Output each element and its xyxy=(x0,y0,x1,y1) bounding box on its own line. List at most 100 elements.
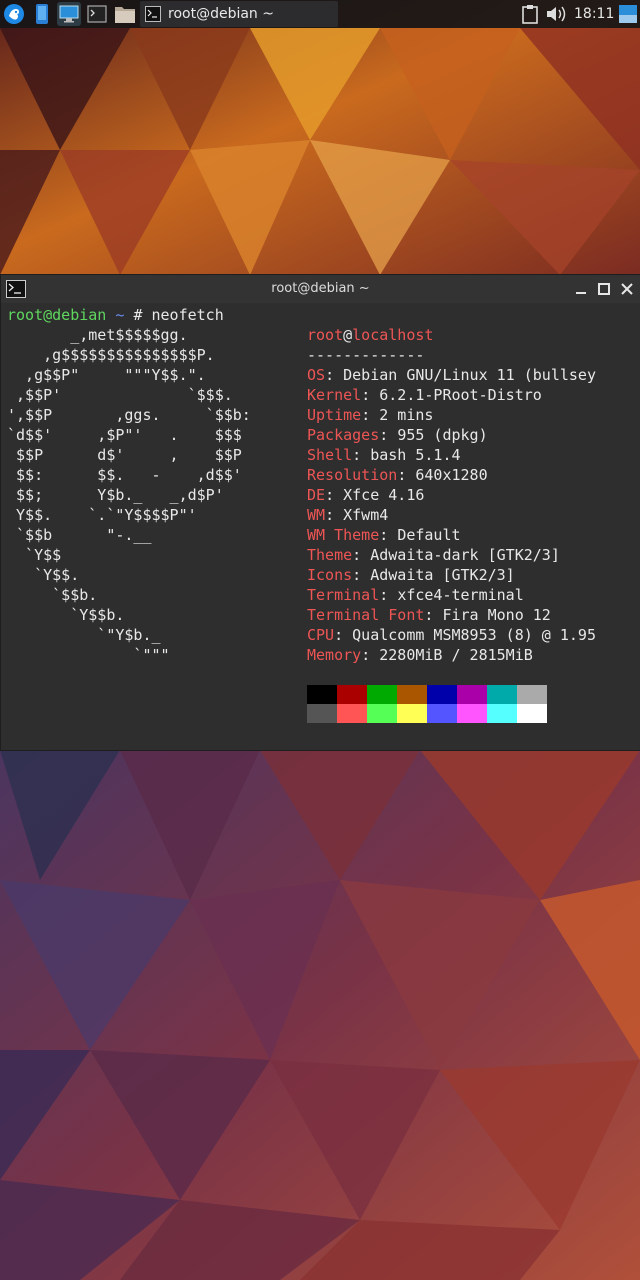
info-value: Adwaita [GTK2/3] xyxy=(370,566,515,584)
info-line: Kernel: 6.2.1-PRoot-Distro xyxy=(307,386,542,404)
ascii-art-line: `"Y$b._ xyxy=(7,626,161,644)
minimize-button[interactable] xyxy=(574,282,588,296)
info-at: @ xyxy=(343,326,353,344)
volume-icon[interactable] xyxy=(546,5,568,23)
palette-swatch xyxy=(427,704,457,723)
info-value: 2 mins xyxy=(379,406,434,424)
phone-launcher-button[interactable] xyxy=(30,2,54,26)
ascii-art-line: Y$$. `.`"Y$$$$P"' xyxy=(7,506,197,524)
info-line: Shell: bash 5.1.4 xyxy=(307,446,461,464)
palette-swatch xyxy=(517,704,547,723)
palette-swatch xyxy=(487,704,517,723)
info-key: Uptime xyxy=(307,406,362,424)
show-desktop-button[interactable] xyxy=(57,2,81,26)
info-line: Terminal Font: Fira Mono 12 xyxy=(307,606,551,624)
terminal-titlebar[interactable]: root@debian ~ xyxy=(1,275,640,303)
info-line: WM Theme: Default xyxy=(307,526,461,544)
info-key: Memory xyxy=(307,646,362,664)
info-key: OS xyxy=(307,366,326,384)
clipboard-icon[interactable] xyxy=(521,4,539,24)
terminal-icon xyxy=(145,6,161,22)
info-line: DE: Xfce 4.16 xyxy=(307,486,425,504)
desktop-switcher-icon[interactable] xyxy=(618,4,638,24)
info-line: Theme: Adwaita-dark [GTK2/3] xyxy=(307,546,560,564)
file-manager-launcher-button[interactable] xyxy=(113,2,137,26)
taskbar-window-button[interactable]: root@debian ~ xyxy=(140,1,338,27)
palette-swatch xyxy=(337,685,367,704)
info-value: Adwaita-dark [GTK2/3] xyxy=(370,546,560,564)
info-header: root@localhost xyxy=(307,325,433,345)
info-key: WM Theme xyxy=(307,526,380,544)
ascii-art-line: ,g$$$$$$$$$$$$$$$P. xyxy=(7,346,215,364)
info-key: CPU xyxy=(307,626,335,644)
info-line: Packages: 955 (dpkg) xyxy=(307,426,488,444)
terminal-output[interactable]: root@debian ~ # neofetch _,met$$$$$gg. ,… xyxy=(1,305,640,750)
info-value: 955 (dpkg) xyxy=(397,426,488,444)
palette-swatch xyxy=(487,685,517,704)
palette-swatch xyxy=(337,704,367,723)
terminal-launcher-button[interactable] xyxy=(85,2,109,26)
info-host: localhost xyxy=(352,326,434,344)
taskbar-window-title: root@debian ~ xyxy=(168,6,274,22)
ascii-art-line: ,$$P' `$$$. xyxy=(7,386,233,404)
info-value: Default xyxy=(397,526,461,544)
ascii-art-line: `Y$$. xyxy=(7,566,80,584)
ascii-art-line: `""" xyxy=(7,646,170,664)
ascii-art-line: _,met$$$$$gg. xyxy=(7,326,188,344)
palette-swatch xyxy=(367,685,397,704)
info-value: Fira Mono 12 xyxy=(442,606,551,624)
info-key: Resolution xyxy=(307,466,398,484)
whisker-menu-button[interactable] xyxy=(2,2,26,26)
ascii-art-line: `$$b. xyxy=(7,586,98,604)
prompt-command: neofetch xyxy=(151,306,224,324)
info-user: root xyxy=(307,326,344,344)
palette-swatch xyxy=(307,685,337,704)
info-value: 640x1280 xyxy=(415,466,488,484)
color-palette xyxy=(307,685,547,723)
info-key: Terminal Font xyxy=(307,606,425,624)
phone-icon xyxy=(36,4,48,24)
palette-swatch xyxy=(517,685,547,704)
info-line: Icons: Adwaita [GTK2/3] xyxy=(307,566,515,584)
prompt-user: root@debian xyxy=(7,306,107,324)
info-key: WM xyxy=(307,506,326,524)
info-line: WM: Xfwm4 xyxy=(307,506,389,524)
terminal-icon xyxy=(87,5,107,23)
info-key: Terminal xyxy=(307,586,380,604)
ascii-art-line: $$P d$' , $$P xyxy=(7,446,242,464)
info-line: Memory: 2280MiB / 2815MiB xyxy=(307,646,533,664)
info-value: 6.2.1-PRoot-Distro xyxy=(379,386,542,404)
info-value: xfce4-terminal xyxy=(397,586,524,604)
info-value: Debian GNU/Linux 11 (bullsey xyxy=(343,366,596,384)
info-value: Xfce 4.16 xyxy=(343,486,425,504)
palette-swatch xyxy=(307,704,337,723)
info-line: Terminal: xfce4-terminal xyxy=(307,586,524,604)
maximize-button[interactable] xyxy=(597,282,611,296)
whisker-menu-icon xyxy=(4,4,24,24)
info-value: Xfwm4 xyxy=(343,506,389,524)
palette-swatch xyxy=(457,704,487,723)
folder-icon xyxy=(115,7,135,23)
info-key: Icons xyxy=(307,566,353,584)
info-key: Kernel xyxy=(307,386,362,404)
desktop-icon xyxy=(59,5,79,23)
palette-swatch xyxy=(397,685,427,704)
ascii-art-line: `Y$$b. xyxy=(7,606,125,624)
prompt-symbol: # xyxy=(133,306,143,324)
ascii-art-line: `Y$$ xyxy=(7,546,62,564)
info-key: Theme xyxy=(307,546,353,564)
palette-swatch xyxy=(457,685,487,704)
ascii-art-line: $$: $$. - ,d$$' xyxy=(7,466,242,484)
prompt-path: ~ xyxy=(115,306,125,324)
prompt-line: root@debian ~ # neofetch xyxy=(7,305,224,325)
close-button[interactable] xyxy=(620,282,634,296)
palette-swatch xyxy=(367,704,397,723)
info-line: Resolution: 640x1280 xyxy=(307,466,488,484)
panel-clock[interactable]: 18:11 xyxy=(574,0,614,28)
info-key: Packages xyxy=(307,426,380,444)
terminal-window[interactable]: root@debian ~ root@debian ~ # neofetch _… xyxy=(0,274,640,751)
palette-swatch xyxy=(427,685,457,704)
info-key: DE xyxy=(307,486,326,504)
ascii-art-line: ,g$$P" """Y$$.". xyxy=(7,366,206,384)
info-value: bash 5.1.4 xyxy=(370,446,461,464)
